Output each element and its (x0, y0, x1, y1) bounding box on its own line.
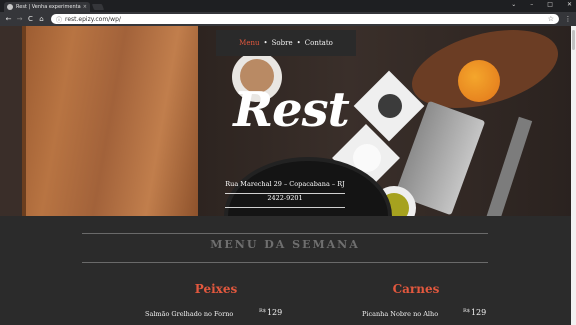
menu-item-price: R$129 (463, 308, 486, 317)
scrollbar-thumb[interactable] (572, 30, 575, 50)
table-surface (0, 26, 22, 216)
address-bar[interactable]: ⓘ rest.epizy.com/wp/ ☆ (51, 14, 559, 24)
url-text[interactable]: rest.epizy.com/wp/ (65, 16, 548, 23)
category-heading-carnes: Carnes (392, 282, 440, 296)
divider (225, 207, 345, 208)
close-window-icon[interactable]: ✕ (567, 1, 572, 8)
nav-link-menu[interactable]: Menu (239, 39, 259, 47)
menu-title: MENU DA SEMANA (210, 238, 360, 251)
site-info-icon[interactable]: ⓘ (56, 15, 62, 24)
browser-menu-icon[interactable]: ⋮ (563, 15, 573, 23)
salt (353, 144, 381, 172)
forward-arrow-icon[interactable]: → (14, 14, 25, 25)
peppercorns (378, 94, 402, 118)
page-scrollbar[interactable] (571, 26, 576, 325)
hero-banner: Menu • Sobre • Contato Rest Rua Marechal… (0, 26, 576, 216)
browser-tab[interactable]: Rest | Venha experimentar × (4, 2, 90, 12)
maximize-icon[interactable]: □ (547, 1, 553, 8)
tab-title: Rest | Venha experimentar (16, 4, 81, 10)
window-controls: ⌄ – □ ✕ (511, 1, 572, 8)
divider (82, 233, 488, 234)
browser-toolbar: ← → C ⌂ ⓘ rest.epizy.com/wp/ ☆ ⋮ (0, 12, 576, 26)
favicon-icon (7, 4, 13, 10)
site-nav: Menu • Sobre • Contato (216, 30, 356, 56)
nav-separator: • (296, 39, 301, 47)
address-text: Rua Marechal 29 – Copacabana – RJ (225, 180, 345, 188)
nav-separator: • (263, 39, 268, 47)
divider (82, 262, 488, 263)
new-tab-button[interactable] (91, 4, 105, 10)
bookmark-star-icon[interactable]: ☆ (548, 15, 554, 23)
currency-symbol: R$ (463, 308, 470, 314)
tab-search-icon[interactable]: ⌄ (511, 1, 516, 8)
phone-text: 2422-9201 (267, 194, 303, 202)
browser-tab-bar: Rest | Venha experimentar × ⌄ – □ ✕ (0, 0, 576, 12)
reload-icon[interactable]: C (25, 14, 36, 25)
price-value: 129 (470, 308, 487, 317)
nav-link-sobre[interactable]: Sobre (272, 39, 293, 47)
nav-link-contato[interactable]: Contato (305, 39, 333, 47)
menu-item-price: R$129 (259, 308, 282, 317)
back-arrow-icon[interactable]: ← (3, 14, 14, 25)
menu-item-name: Picanha Nobre no Alho (362, 310, 439, 318)
minimize-icon[interactable]: – (530, 1, 533, 8)
weekly-menu-section: MENU DA SEMANA Peixes Carnes Salmão Grel… (0, 216, 576, 325)
home-icon[interactable]: ⌂ (36, 14, 47, 25)
site-logo[interactable]: Rest (226, 82, 356, 138)
price-value: 129 (266, 308, 283, 317)
cutting-board (22, 26, 198, 216)
menu-item-name: Salmão Grelhado no Forno (145, 310, 234, 318)
currency-symbol: R$ (259, 308, 266, 314)
category-heading-peixes: Peixes (194, 282, 238, 296)
cutting-board-edge (22, 26, 26, 216)
orange-fruit (458, 60, 500, 102)
tab-close-icon[interactable]: × (83, 4, 87, 10)
